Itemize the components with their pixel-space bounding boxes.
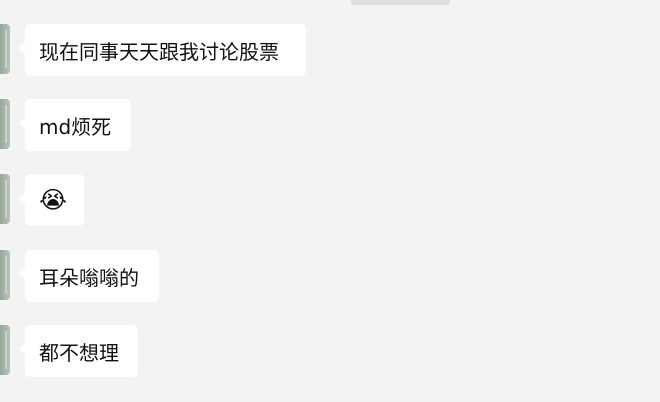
avatar[interactable]: [0, 325, 10, 375]
message-text: 耳朵嗡嗡的: [39, 265, 139, 290]
message-bubble[interactable]: 都不想理: [19, 325, 138, 377]
avatar[interactable]: [0, 24, 10, 74]
avatar[interactable]: [0, 250, 10, 300]
avatar[interactable]: [0, 99, 10, 149]
top-indicator: [351, 0, 450, 5]
message-bubble[interactable]: 现在同事天天跟我讨论股票: [19, 24, 306, 76]
message-text: 都不想理: [39, 340, 119, 365]
message-text: md烦死: [39, 114, 112, 139]
message-bubble[interactable]: md烦死: [19, 99, 131, 151]
message-text: 现在同事天天跟我讨论股票: [39, 39, 279, 64]
message-bubble[interactable]: 😭: [19, 174, 84, 226]
message-bubble[interactable]: 耳朵嗡嗡的: [19, 250, 159, 302]
crying-face-emoji: 😭: [39, 186, 68, 214]
avatar[interactable]: [0, 174, 10, 224]
